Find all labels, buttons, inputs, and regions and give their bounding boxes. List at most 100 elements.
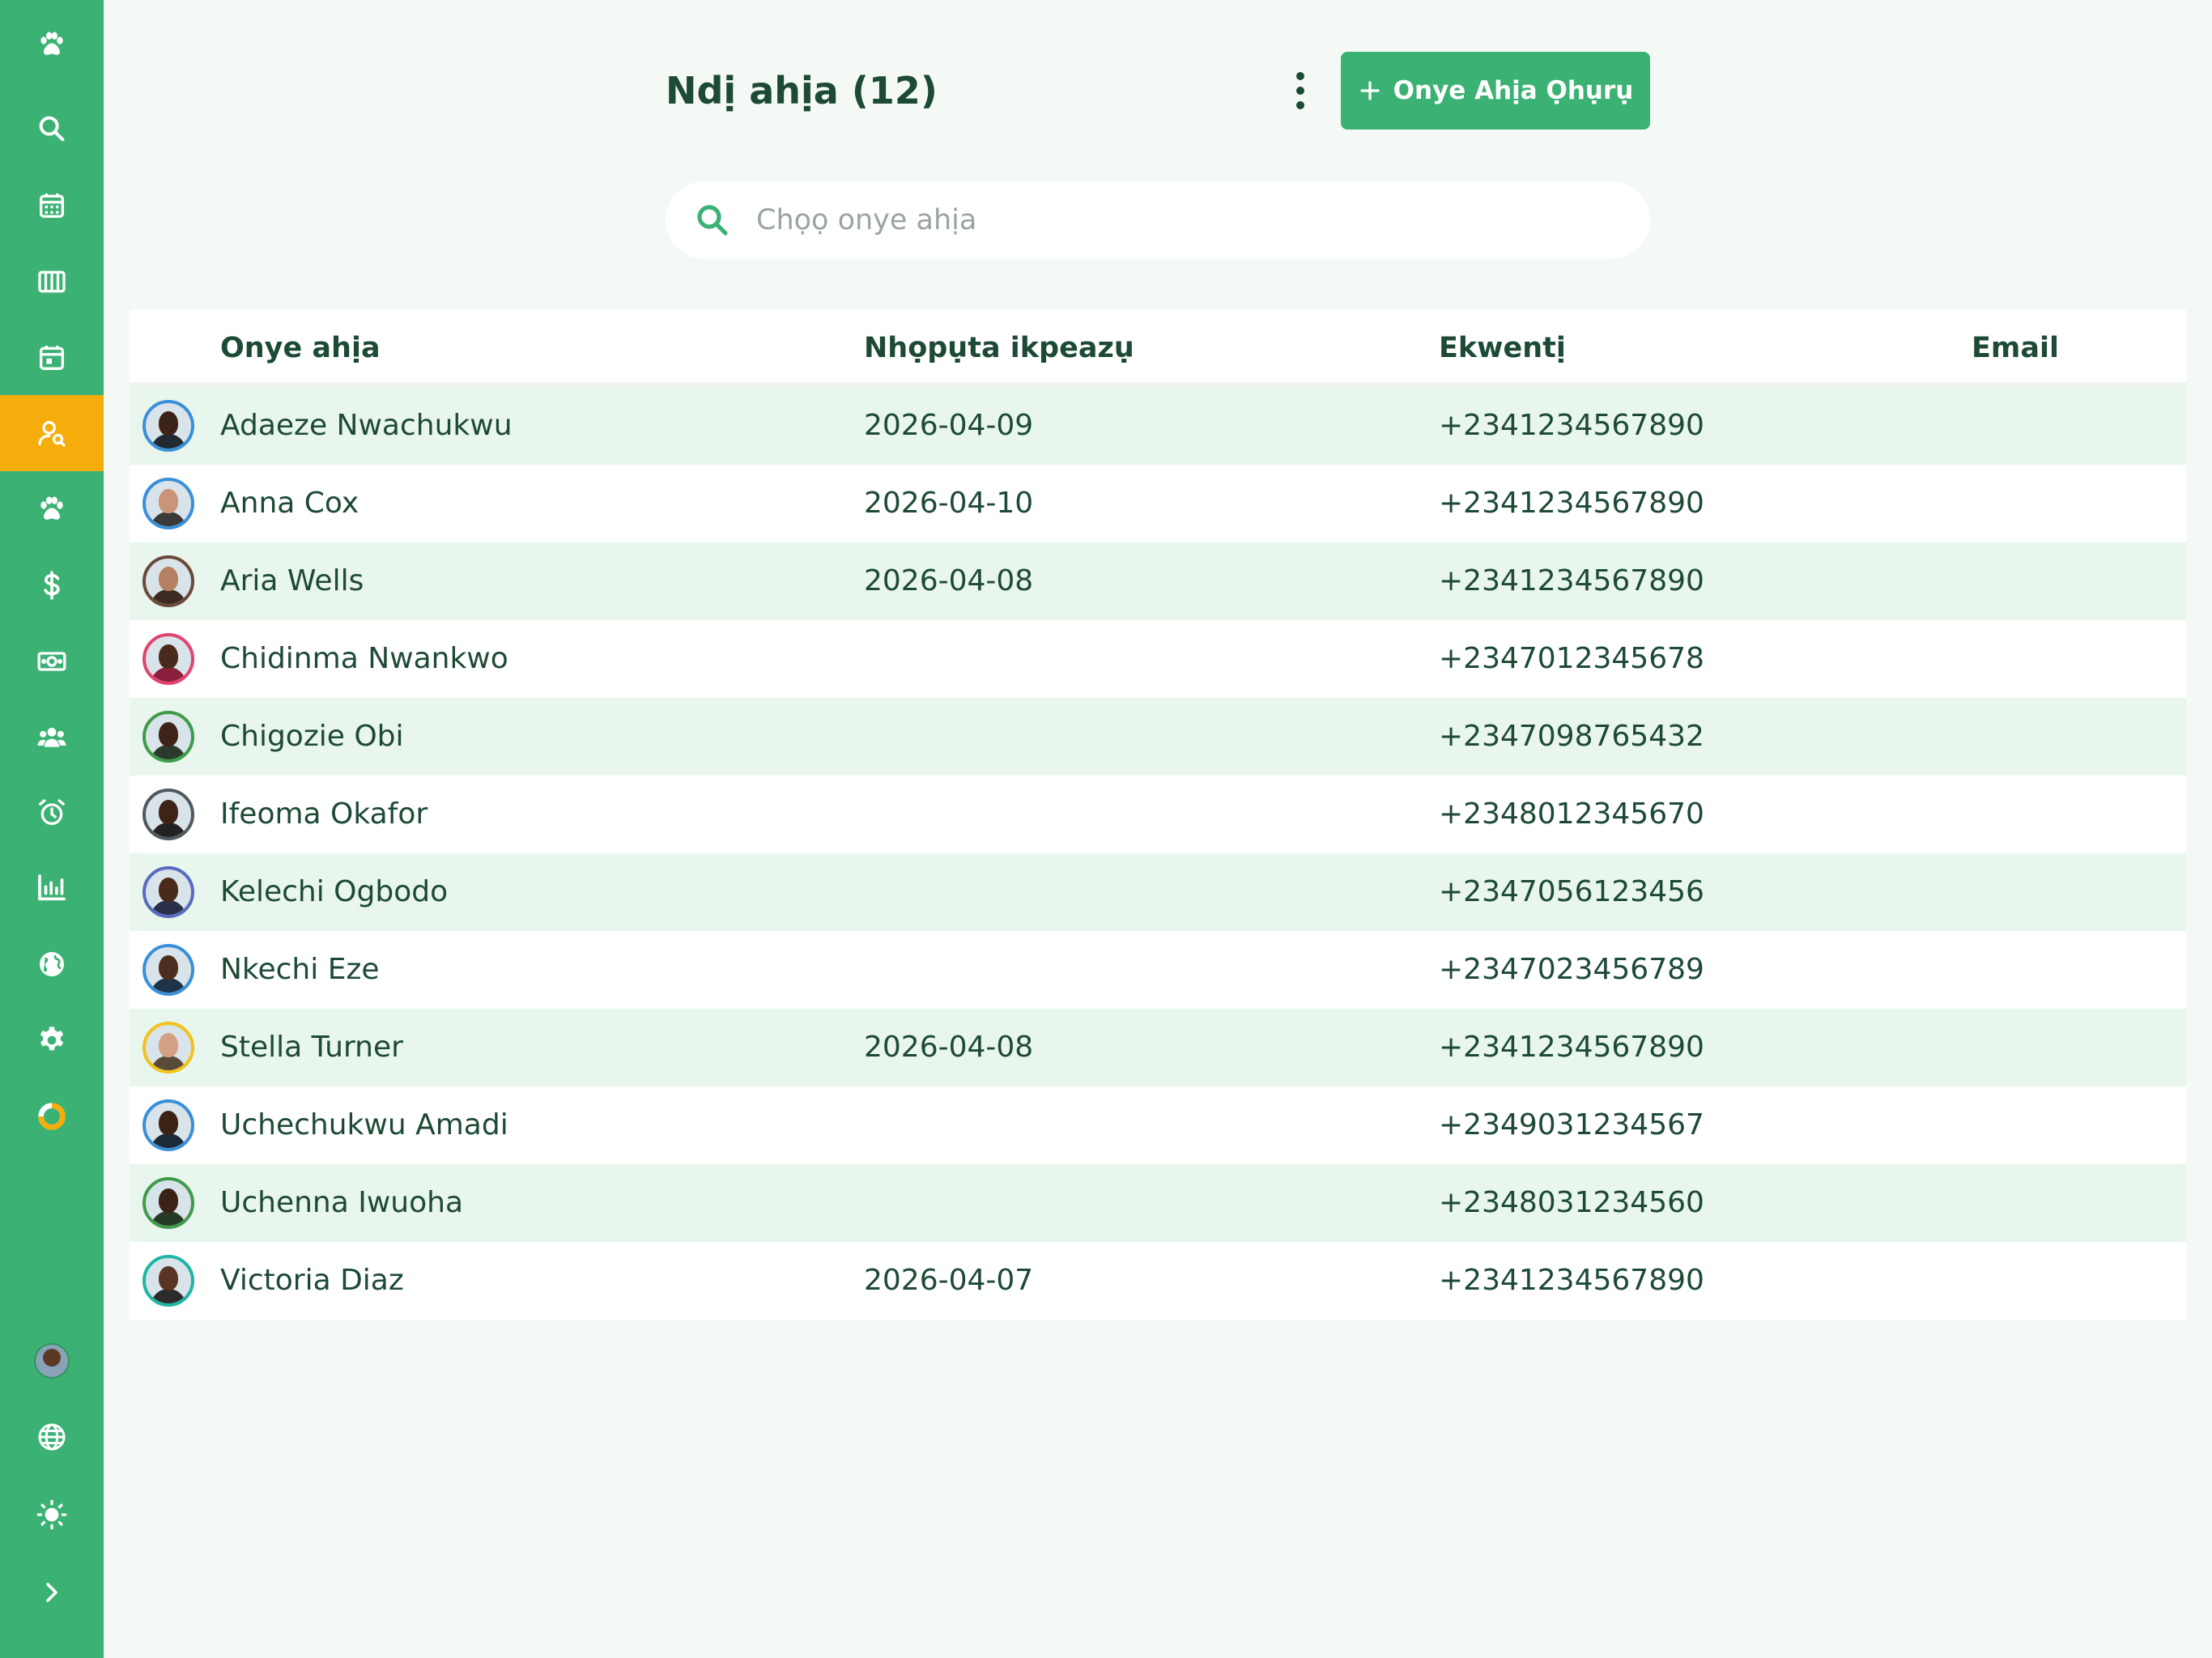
customer-avatar	[143, 1177, 194, 1229]
last-appointment: 2026-04-09	[864, 409, 1034, 442]
customer-avatar	[143, 400, 194, 452]
customer-avatar	[143, 1099, 194, 1151]
phone-number: +2347023456789	[1439, 953, 1704, 986]
phone-number: +2341234567890	[1439, 409, 1704, 442]
customer-avatar	[143, 633, 194, 685]
nav-billing[interactable]	[0, 547, 104, 623]
more-options-button[interactable]	[1281, 66, 1320, 115]
customer-avatar	[143, 789, 194, 840]
table-row[interactable]: Adaeze Nwachukwu 2026-04-09 +2341234567890	[130, 387, 2186, 465]
search-input[interactable]	[756, 181, 1623, 259]
customer-name: Kelechi Ogbodo	[220, 875, 449, 908]
column-header-last-appointment[interactable]: Nhọpụta ikpeazụ	[864, 309, 1134, 387]
customer-name: Nkechi Eze	[220, 953, 380, 986]
table-row[interactable]: Uchenna Iwuoha +2348031234560	[130, 1164, 2186, 1242]
bar-chart-icon	[38, 874, 66, 901]
customer-name: Chidinma Nwankwo	[220, 642, 508, 675]
customer-name: Anna Cox	[220, 487, 359, 520]
nav-profile[interactable]	[0, 1323, 104, 1399]
phone-number: +2341234567890	[1439, 564, 1704, 597]
table-row[interactable]: Nkechi Eze +2347023456789	[130, 931, 2186, 1009]
calendar-grid-icon	[40, 193, 64, 218]
globe-outline-icon	[38, 1423, 66, 1451]
nav-logo[interactable]	[0, 6, 104, 83]
customers-table: Onye ahịa Nhọpụta ikpeazụ Ekwentị Email …	[130, 309, 2186, 1320]
search-bar	[666, 181, 1650, 259]
team-icon	[37, 728, 66, 747]
table-row[interactable]: Chidinma Nwankwo +2347012345678	[130, 620, 2186, 698]
customer-name: Aria Wells	[220, 564, 364, 597]
nav-setup-progress[interactable]	[0, 1078, 104, 1154]
customer-avatar	[143, 711, 194, 763]
phone-number: +2349031234567	[1439, 1108, 1704, 1141]
plus-icon	[1360, 81, 1380, 100]
kebab-dot	[1296, 72, 1304, 80]
customer-name: Ifeoma Okafor	[220, 797, 428, 831]
column-header-customer[interactable]: Onye ahịa	[220, 309, 381, 387]
add-customer-button[interactable]: Onye Ahịa Ọhụrụ	[1341, 52, 1650, 130]
table-row[interactable]: Stella Turner 2026-04-08 +2341234567890	[130, 1009, 2186, 1086]
paw-icon	[40, 32, 63, 55]
sun-icon	[36, 1499, 67, 1530]
customer-avatar	[143, 1255, 194, 1307]
gear-icon	[40, 1027, 64, 1051]
customer-name: Victoria Diaz	[220, 1264, 404, 1297]
phone-number: +2341234567890	[1439, 487, 1704, 520]
user-search-icon	[38, 421, 66, 447]
add-customer-label: Onye Ahịa Ọhụrụ	[1393, 76, 1634, 105]
nav-reports[interactable]	[0, 850, 104, 926]
table-row[interactable]: Aria Wells 2026-04-08 +2341234567890	[130, 542, 2186, 620]
table-row[interactable]: Ifeoma Okafor +2348012345670	[130, 776, 2186, 853]
search-icon	[39, 116, 65, 142]
nav-settings[interactable]	[0, 1002, 104, 1078]
nav-search[interactable]	[0, 91, 104, 167]
donut-progress-icon	[38, 1103, 66, 1130]
nav-customers[interactable]	[0, 395, 104, 471]
nav-payments[interactable]	[0, 623, 104, 699]
table-row[interactable]: Kelechi Ogbodo +2347056123456	[130, 853, 2186, 931]
last-appointment: 2026-04-07	[864, 1264, 1034, 1297]
table-body: Adaeze Nwachukwu 2026-04-09 +2341234567890…	[130, 387, 2186, 1320]
nav-reminders[interactable]	[0, 775, 104, 851]
table-row[interactable]: Uchechukwu Amadi +2349031234567	[130, 1086, 2186, 1164]
customer-avatar	[143, 478, 194, 529]
table-row[interactable]: Victoria Diaz 2026-04-07 +2341234567890	[130, 1242, 2186, 1320]
customer-name: Uchechukwu Amadi	[220, 1108, 508, 1141]
nav-expand[interactable]	[0, 1554, 104, 1630]
nav-language[interactable]	[0, 1399, 104, 1475]
table-header: Onye ahịa Nhọpụta ikpeazụ Ekwentị Email	[130, 309, 2186, 387]
page-title: Ndị ahịa (12)	[666, 69, 938, 113]
nav-appointments[interactable]	[0, 320, 104, 396]
phone-number: +2347012345678	[1439, 642, 1704, 675]
nav-pets[interactable]	[0, 471, 104, 547]
customer-name: Adaeze Nwachukwu	[220, 409, 513, 442]
table-row[interactable]: Anna Cox 2026-04-10 +2341234567890	[130, 465, 2186, 542]
sidebar	[0, 0, 104, 1658]
column-header-phone[interactable]: Ekwentị	[1439, 309, 1566, 387]
phone-number: +2348012345670	[1439, 797, 1704, 831]
nav-theme[interactable]	[0, 1477, 104, 1553]
kebab-dot	[1296, 87, 1304, 95]
phone-number: +2347098765432	[1439, 720, 1704, 753]
phone-number: +2341234567890	[1439, 1264, 1704, 1297]
phone-number: +2347056123456	[1439, 875, 1704, 908]
search-icon	[697, 205, 728, 236]
customer-name: Chigozie Obi	[220, 720, 404, 753]
nav-website[interactable]	[0, 926, 104, 1002]
customer-name: Stella Turner	[220, 1031, 403, 1064]
last-appointment: 2026-04-10	[864, 487, 1034, 520]
avatar	[34, 1343, 70, 1379]
nav-staff[interactable]	[0, 699, 104, 776]
customer-avatar	[143, 1022, 194, 1073]
table-row[interactable]: Chigozie Obi +2347098765432	[130, 698, 2186, 776]
cash-icon	[37, 652, 66, 671]
customer-avatar	[143, 555, 194, 607]
phone-number: +2348031234560	[1439, 1186, 1704, 1219]
nav-board[interactable]	[0, 244, 104, 320]
customer-name: Uchenna Iwuoha	[220, 1186, 464, 1219]
nav-calendar[interactable]	[0, 168, 104, 244]
customer-avatar	[143, 944, 194, 996]
column-header-email[interactable]: Email	[1972, 309, 2059, 387]
calendar-day-icon	[40, 346, 64, 370]
phone-number: +2341234567890	[1439, 1031, 1704, 1064]
